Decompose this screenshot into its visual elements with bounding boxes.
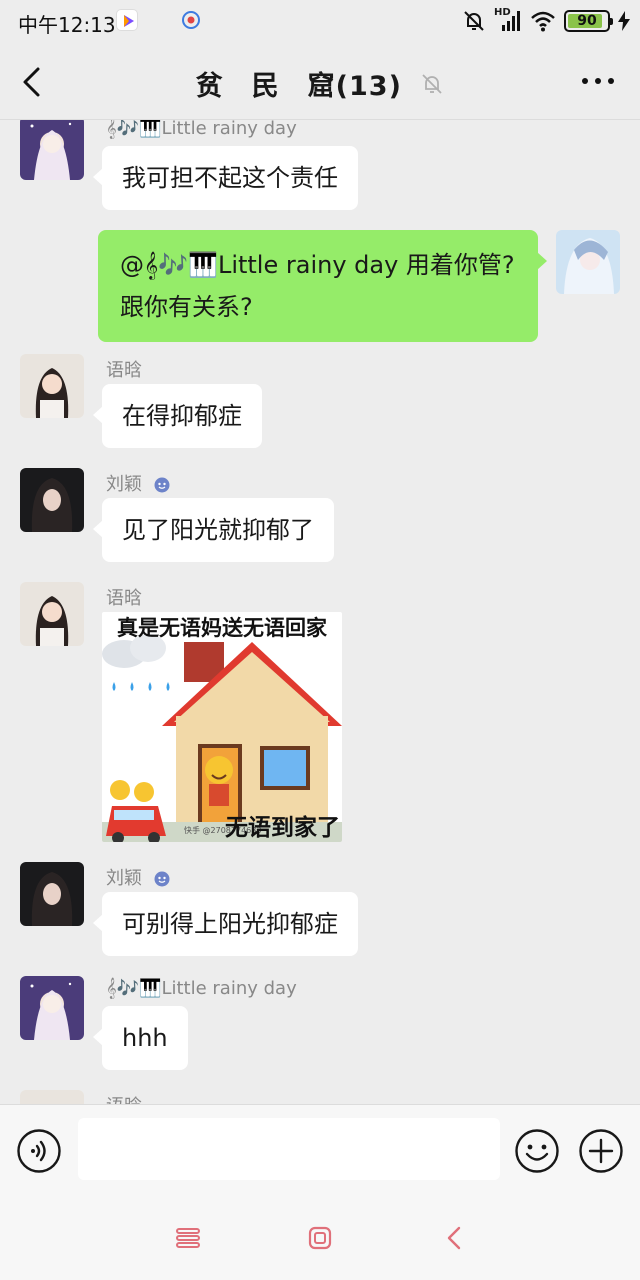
input-bar	[0, 1104, 640, 1196]
sticker-caption-top: 真是无语妈送无语回家	[117, 616, 327, 640]
menu-icon[interactable]	[174, 1224, 202, 1252]
sender-name: 𝄞🎶🎹Little rainy day	[106, 120, 297, 139]
sender-name: 语晗	[106, 1092, 142, 1104]
sender-name: 𝄞🎶🎹Little rainy day	[106, 978, 297, 999]
message-bubble-outgoing[interactable]: @𝄞🎶🎹Little rainy day 用着你管? 跟你有关系?	[98, 230, 547, 342]
chat-title: 贫 民 窟(13)	[0, 64, 640, 103]
more-dots-icon[interactable]	[578, 66, 618, 96]
message-input[interactable]	[78, 1118, 500, 1180]
system-nav-bar	[0, 1196, 640, 1280]
app-notification-icon	[116, 9, 138, 31]
voice-icon[interactable]	[16, 1128, 62, 1174]
avatar[interactable]	[20, 354, 84, 418]
avatar-self[interactable]	[556, 230, 620, 294]
message-bubble[interactable]: 我可担不起这个责任	[93, 146, 358, 210]
app-notification-icon-2	[180, 9, 202, 31]
status-bar: 中午12:13 HD 90	[0, 0, 640, 44]
verified-icon	[154, 477, 170, 493]
sender-name-text: 刘颖	[106, 474, 142, 495]
status-time: 中午12:13	[18, 13, 116, 37]
message-bubble[interactable]: 可别得上阳光抑郁症	[93, 892, 358, 956]
message-list[interactable]: 𝄞🎶🎹Little rainy day 我可担不起这个责任 @𝄞🎶🎹Little…	[0, 120, 640, 1104]
sender-name-text: 刘颖	[106, 868, 142, 889]
wifi-icon	[531, 11, 555, 32]
avatar[interactable]	[20, 582, 84, 646]
battery-level: 90	[577, 13, 597, 29]
sender-name: 刘颖	[106, 864, 170, 890]
avatar[interactable]	[20, 862, 84, 926]
signal-icon: HD	[494, 7, 522, 33]
message-bubble[interactable]: hhh	[93, 1006, 188, 1070]
home-icon[interactable]	[306, 1224, 334, 1252]
back-icon[interactable]	[440, 1224, 468, 1252]
sender-name: 语晗	[106, 360, 142, 381]
charging-icon	[618, 11, 630, 31]
verified-icon	[154, 871, 170, 887]
sticker-caption-bottom: 无语到家了	[225, 815, 340, 841]
network-label: HD	[494, 7, 511, 18]
battery-indicator: 90	[564, 10, 613, 32]
mute-status-icon	[464, 11, 484, 31]
sender-name: 刘颖	[106, 470, 170, 496]
avatar[interactable]	[20, 1090, 84, 1104]
plus-icon[interactable]	[578, 1128, 624, 1174]
chat-header: 贫 民 窟(13)	[0, 44, 640, 120]
emoji-icon[interactable]	[514, 1128, 560, 1174]
bell-off-icon	[422, 73, 442, 94]
message-bubble[interactable]: 见了阳光就抑郁了	[93, 498, 334, 562]
sticker-image[interactable]: 真是无语妈送无语回家 快手 @2708774683 无语到家了	[102, 612, 342, 842]
sender-name: 语晗	[106, 588, 142, 609]
message-bubble[interactable]: 在得抑郁症	[93, 384, 262, 448]
avatar[interactable]	[20, 468, 84, 532]
avatar[interactable]	[20, 120, 84, 180]
chat-title-text: 贫 民 窟(13)	[195, 71, 402, 102]
avatar[interactable]	[20, 976, 84, 1040]
